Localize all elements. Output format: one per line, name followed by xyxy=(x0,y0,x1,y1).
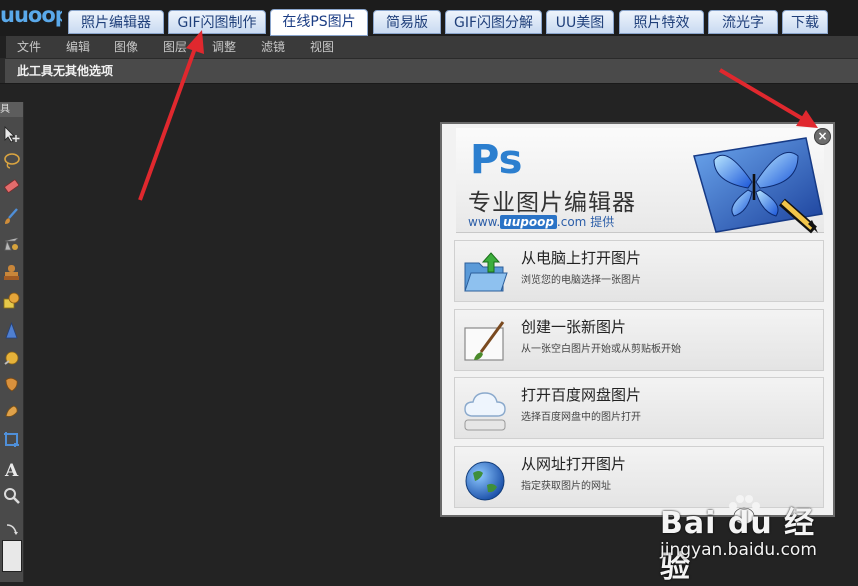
option-title: 从网址打开图片 xyxy=(521,455,627,473)
menu-edit[interactable]: 编辑 xyxy=(66,36,90,58)
option-subtitle: 从一张空白图片开始或从剪贴板开始 xyxy=(521,344,681,355)
smudge-tool-icon[interactable] xyxy=(2,402,21,421)
menu-filter[interactable]: 滤镜 xyxy=(261,36,285,58)
menu-adjust[interactable]: 调整 xyxy=(212,36,236,58)
cloud-drive-icon xyxy=(464,392,506,431)
stamp-tool-icon[interactable] xyxy=(2,263,21,282)
zoom-tool-icon[interactable] xyxy=(2,486,21,505)
brush-tool-icon[interactable] xyxy=(2,207,21,226)
nav-tab-simple[interactable]: 简易版 xyxy=(373,10,441,34)
banner-site-suffix: .com xyxy=(556,215,587,229)
option-title: 从电脑上打开图片 xyxy=(521,249,642,267)
option-title: 打开百度网盘图片 xyxy=(521,386,642,404)
watermark-url: jingyan.baidu.com xyxy=(660,540,817,560)
menu-file[interactable]: 文件 xyxy=(17,36,41,58)
butterfly-art-icon xyxy=(693,137,823,234)
menu-bar-edge xyxy=(0,36,6,58)
option-subtitle: 浏览您的电脑选择一张图片 xyxy=(521,275,641,286)
banner-site-brand: uupoop xyxy=(500,215,557,229)
nav-tab-online-ps[interactable]: 在线PS图片 xyxy=(270,9,368,36)
nav-tab-gif-split[interactable]: GIF闪图分解 xyxy=(445,10,542,34)
ps-logo: Ps xyxy=(470,137,523,183)
open-image-dialog: Ps 专业图片编辑器 www. uupoop .com 提供 × 从电脑上打开图… xyxy=(440,122,835,517)
swap-colors-icon[interactable] xyxy=(2,520,21,539)
toolbox-panel xyxy=(0,102,24,582)
eraser-tool-icon[interactable] xyxy=(2,177,21,196)
clone-tool-icon[interactable] xyxy=(2,235,21,254)
baidu-watermark: Bai du 经验 jingyan.baidu.com xyxy=(640,490,840,585)
menu-bar: 文件 编辑 图像 图层 调整 滤镜 视图 xyxy=(0,36,858,59)
nav-tab-gif-maker[interactable]: GIF闪图制作 xyxy=(168,10,266,34)
nav-tab-glow-text[interactable]: 流光字 xyxy=(708,10,778,34)
site-logo[interactable]: uuoop xyxy=(0,2,62,28)
option-subtitle: 选择百度网盘中的图片打开 xyxy=(521,412,641,423)
close-dialog-button[interactable]: × xyxy=(814,128,831,145)
banner-site-provided: 提供 xyxy=(590,215,615,229)
options-bar-edge xyxy=(0,59,5,83)
nav-tab-uu-meitu[interactable]: UU美图 xyxy=(546,10,614,34)
option-create-new-image[interactable]: 创建一张新图片 从一张空白图片开始或从剪贴板开始 xyxy=(454,309,824,371)
banner-site-prefix: www. xyxy=(468,215,501,229)
banner-site: www. uupoop .com 提供 xyxy=(468,213,614,230)
nav-tab-download[interactable]: 下载 xyxy=(782,10,828,34)
option-subtitle: 指定获取图片的网址 xyxy=(521,481,611,492)
option-open-baidu-drive[interactable]: 打开百度网盘图片 选择百度网盘中的图片打开 xyxy=(454,377,824,439)
menu-layer[interactable]: 图层 xyxy=(163,36,187,58)
text-tool-icon[interactable]: A xyxy=(2,460,21,479)
option-title: 创建一张新图片 xyxy=(521,318,627,336)
shape-tool-icon[interactable] xyxy=(2,291,21,310)
move-tool-icon[interactable] xyxy=(2,125,21,144)
top-nav-bar: uuoop 照片编辑器 GIF闪图制作 在线PS图片 简易版 GIF闪图分解 U… xyxy=(0,0,858,36)
banner-title: 专业图片编辑器 xyxy=(468,190,636,216)
dialog-banner: Ps 专业图片编辑器 www. uupoop .com 提供 xyxy=(456,128,824,234)
burn-tool-icon[interactable] xyxy=(2,375,21,394)
tool-options-bar: 此工具无其他选项 xyxy=(0,59,858,84)
nav-tab-photo-editor[interactable]: 照片编辑器 xyxy=(68,10,164,34)
folder-open-icon xyxy=(464,252,508,292)
option-open-from-computer[interactable]: 从电脑上打开图片 浏览您的电脑选择一张图片 xyxy=(454,240,824,302)
paintbrush-canvas-icon xyxy=(464,321,505,361)
tool-options-text: 此工具无其他选项 xyxy=(17,64,114,78)
dodge-tool-icon[interactable] xyxy=(2,348,21,367)
svg-text:A: A xyxy=(4,461,19,479)
toolbox-header: 具 xyxy=(0,102,23,117)
background-color-swatch[interactable] xyxy=(2,540,22,572)
lasso-tool-icon[interactable] xyxy=(2,151,21,170)
crop-tool-icon[interactable] xyxy=(2,430,21,449)
sharpen-tool-icon[interactable] xyxy=(2,321,21,340)
menu-image[interactable]: 图像 xyxy=(114,36,138,58)
menu-view[interactable]: 视图 xyxy=(310,36,334,58)
globe-icon xyxy=(465,461,505,501)
nav-tab-photo-effects[interactable]: 照片特效 xyxy=(619,10,704,34)
